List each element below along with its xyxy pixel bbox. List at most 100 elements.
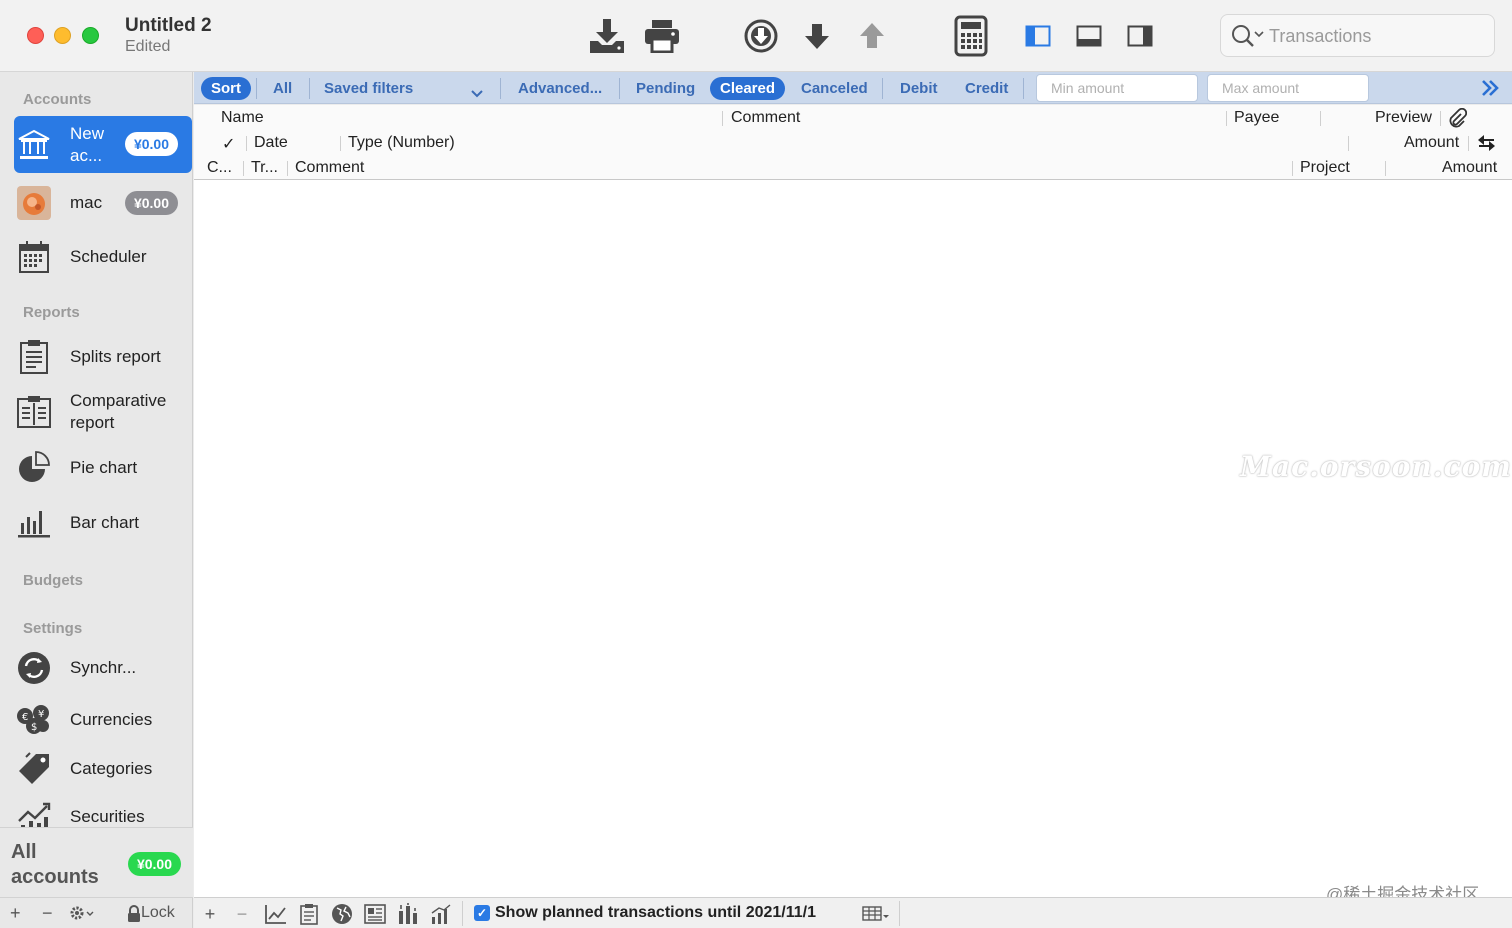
toggle-inspector-button[interactable] [1120,14,1160,58]
move-down-button[interactable] [797,14,837,58]
pie-chart-icon [14,448,54,488]
separator [1320,111,1321,126]
table-view-options-icon[interactable] [862,902,890,926]
filter-credit[interactable]: Credit [965,77,1008,100]
search-input[interactable] [1269,23,1484,49]
min-amount-field[interactable] [1036,74,1198,102]
sidebar-item-label: Comparative report [70,391,167,432]
budget-bars-icon[interactable] [396,902,420,926]
filter-cleared[interactable]: Cleared [710,77,786,100]
column-preview[interactable]: Preview [1375,109,1432,127]
filter-debit[interactable]: Debit [900,77,938,100]
arrow-up-icon [860,23,884,48]
line-chart-icon[interactable] [264,902,288,926]
advanced-filter-button[interactable]: Advanced... [518,77,602,100]
accounts-section-label: Accounts [23,91,92,108]
toggle-sidebar-button[interactable] [1018,14,1058,58]
filter-all[interactable]: All [273,77,292,100]
filter-canceled[interactable]: Canceled [801,77,868,100]
account-balance-badge: ¥0.00 [124,191,178,215]
separator [243,161,244,176]
separator [287,161,288,176]
paperclip-icon[interactable] [1447,107,1468,133]
add-account-button[interactable]: + [10,903,21,924]
bar-chart-small-icon[interactable] [429,902,453,926]
close-window-button[interactable] [27,27,44,44]
column-cleared-check[interactable]: ✓ [222,134,235,154]
sidebar-item-label: Pie chart [70,458,138,477]
move-up-button[interactable] [852,14,892,58]
column-header-area: Name Comment Payee Preview ✓ Date Type (… [194,105,1512,180]
gear-icon [70,906,94,920]
sort-button[interactable]: Sort [201,77,251,100]
print-button[interactable] [642,14,682,58]
report-card-icon[interactable] [363,902,387,926]
column-type-number[interactable]: Type (Number) [348,134,455,152]
sidebar-item-categories[interactable]: Categories [14,747,192,791]
toggle-bottom-panel-button[interactable] [1069,14,1109,58]
separator [899,901,900,926]
saved-filters-dropdown[interactable]: Saved filters [324,77,413,100]
sidebar-item-splits-report[interactable]: Splits report [14,335,192,379]
sidebar: Accounts New ac... ¥0.00 mac ¥0.00 Sched… [0,72,193,928]
sidebar-item-currencies[interactable]: € ¥ $ Currencies [14,698,192,742]
svg-text:$: $ [31,722,37,733]
lock-button[interactable]: Lock [127,904,175,922]
column-c[interactable]: C... [207,159,232,177]
add-transaction-button[interactable]: + [198,902,222,926]
planned-label: Show planned transactions until 2021/11/… [495,904,816,921]
column-project[interactable]: Project [1300,159,1350,177]
import-icon [590,19,624,53]
sidebar-item-synchronize[interactable]: Synchr... [14,646,192,690]
document-status: Edited [125,38,171,55]
column-name[interactable]: Name [221,109,264,127]
all-accounts-balance-badge: ¥0.00 [127,852,181,876]
column-amount[interactable]: Amount [1404,134,1459,152]
checkbox-checked-icon[interactable]: ✓ [474,905,490,921]
budgets-section-label[interactable]: Budgets [23,572,83,589]
sidebar-item-label: Bar chart [70,513,139,532]
transactions-search[interactable] [1220,14,1495,57]
separator [1385,161,1386,176]
column-comment[interactable]: Comment [731,109,800,127]
column-date[interactable]: Date [254,134,288,152]
separator [1440,111,1441,126]
tag-icon [14,749,54,789]
swap-arrows-icon[interactable] [1475,133,1497,158]
account-avatar-icon [14,183,54,223]
chevron-down-icon[interactable] [471,82,483,105]
download-transactions-button[interactable] [741,14,781,58]
search-icon [1232,25,1264,47]
remove-transaction-button[interactable]: − [230,902,254,926]
sidebar-item-account-new[interactable]: New ac... ¥0.00 [14,116,192,173]
separator [462,901,463,926]
sidebar-settings-button[interactable] [70,905,96,926]
sidebar-item-pie-chart[interactable]: Pie chart [14,446,192,490]
column-payee[interactable]: Payee [1234,109,1279,127]
double-chevron-right-icon[interactable] [1480,79,1500,102]
sidebar-item-scheduler[interactable]: Scheduler [14,235,192,279]
show-planned-toggle[interactable]: ✓ Show planned transactions until 2021/1… [474,904,816,922]
zoom-window-button[interactable] [82,27,99,44]
column-split-amount[interactable]: Amount [1442,159,1497,177]
column-split-comment[interactable]: Comment [295,159,364,177]
sidebar-item-account-mac[interactable]: mac ¥0.00 [14,180,192,226]
globe-icon[interactable] [330,902,354,926]
column-tr[interactable]: Tr... [251,159,278,177]
transactions-list[interactable] [194,180,1512,897]
all-accounts-summary[interactable]: All accounts ¥0.00 [0,827,193,897]
remove-account-button[interactable]: − [42,903,53,924]
sidebar-item-label: Currencies [70,710,153,729]
lock-label: Lock [141,904,175,921]
sidebar-item-bar-chart[interactable]: Bar chart [14,501,192,545]
minimize-window-button[interactable] [54,27,71,44]
separator [1292,161,1293,176]
import-button[interactable] [587,14,627,58]
clipboard-icon[interactable] [297,902,321,926]
account-name: mac [70,193,103,212]
filter-pending[interactable]: Pending [636,77,695,100]
sidebar-item-comparative-report[interactable]: Comparative report [14,388,192,436]
max-amount-field[interactable] [1207,74,1369,102]
calculator-button[interactable] [951,14,991,58]
title-bar: Untitled 2 Edited [0,0,1512,72]
